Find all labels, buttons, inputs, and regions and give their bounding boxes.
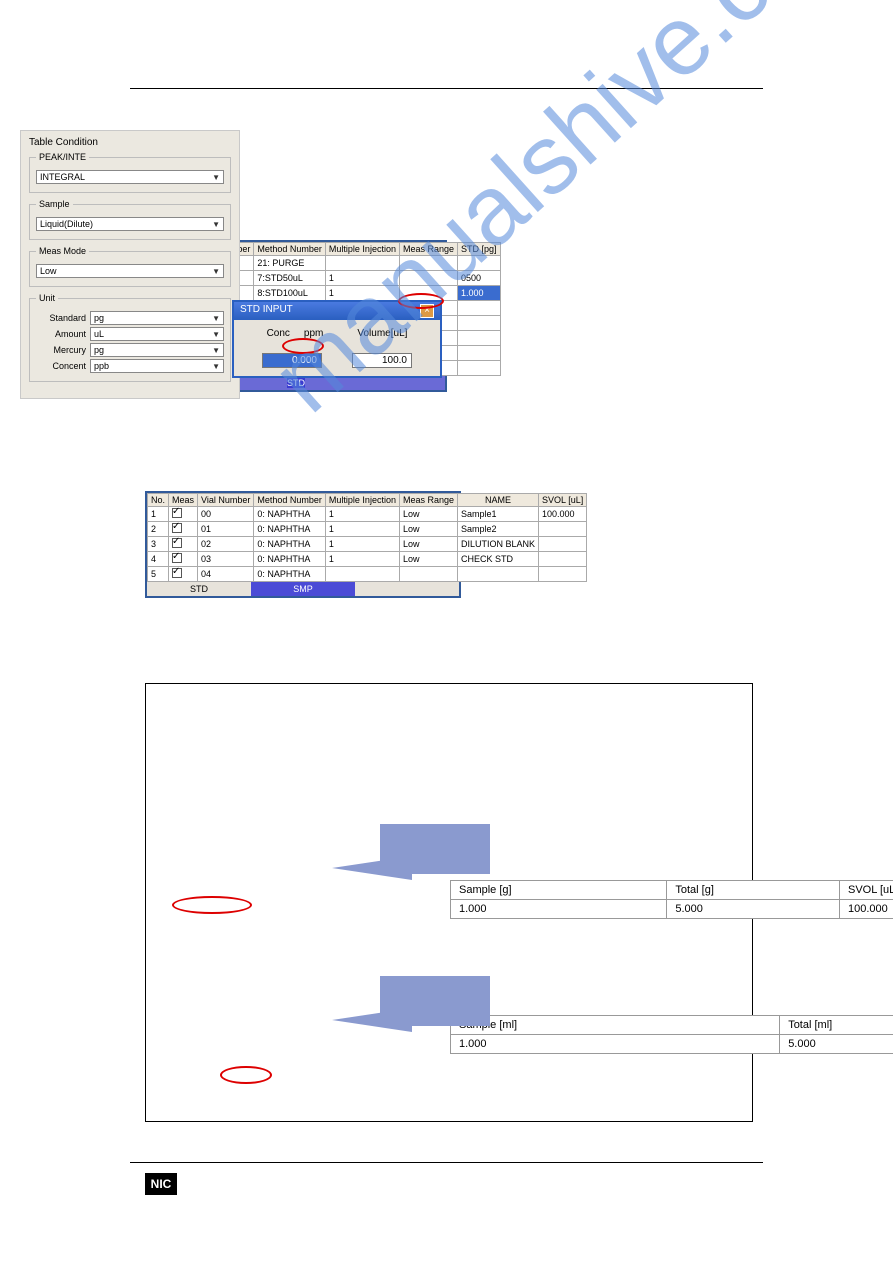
- nic-logo: NIC: [145, 1173, 177, 1195]
- checkbox-icon[interactable]: [172, 553, 182, 563]
- table-condition: Table Condition PEAK/INTE INTEGRAL▼ Samp…: [20, 130, 240, 399]
- table-row[interactable]: 5040: NAPHTHA: [148, 567, 587, 582]
- result-table-2: Sample [ml]Total [ml]SVOL [uL] 1.0005.00…: [450, 1015, 893, 1054]
- chevron-down-icon: ▼: [212, 362, 220, 371]
- sample-select[interactable]: Liquid(Dilute)▼: [36, 217, 224, 231]
- table-row[interactable]: 3020: NAPHTHA1LowDILUTION BLANK: [148, 537, 587, 552]
- col-range: Meas Range: [399, 243, 457, 256]
- checkbox-icon[interactable]: [172, 508, 182, 518]
- chevron-down-icon: ▼: [212, 330, 220, 339]
- smp-table-window: No. Meas Vial Number Method Number Multi…: [145, 491, 461, 598]
- checkbox-icon[interactable]: [172, 523, 182, 533]
- chevron-down-icon: ▼: [212, 220, 220, 229]
- callout-arrow: [380, 824, 490, 874]
- volume-label: Volume[uL]: [357, 328, 407, 339]
- checkbox-icon[interactable]: [172, 568, 182, 578]
- col-method: Method Number: [254, 243, 326, 256]
- checkbox-icon[interactable]: [172, 538, 182, 548]
- callout-arrow: [380, 976, 490, 1026]
- tc-title: Table Condition: [29, 137, 231, 148]
- tab-smp[interactable]: SMP: [251, 582, 355, 596]
- dialog-title: STD INPUT: [240, 304, 293, 318]
- concent-select[interactable]: ppb▼: [90, 359, 224, 373]
- chevron-down-icon: ▼: [212, 267, 220, 276]
- col-std: STD [pg]: [458, 243, 501, 256]
- col-mult: Multiple Injection: [325, 243, 399, 256]
- result-table-1: Sample [g]Total [g]SVOL [uL]DENSITY [kg/…: [450, 880, 893, 919]
- tab-std[interactable]: STD: [147, 582, 251, 596]
- table-row[interactable]: 2010: NAPHTHA1LowSample2: [148, 522, 587, 537]
- table-row[interactable]: 1000: NAPHTHA1LowSample1100.000: [148, 507, 587, 522]
- conc-label: Conc: [267, 328, 290, 339]
- chevron-down-icon: ▼: [212, 173, 220, 182]
- amount-select[interactable]: uL▼: [90, 327, 224, 341]
- chevron-down-icon: ▼: [212, 346, 220, 355]
- chevron-down-icon: ▼: [212, 314, 220, 323]
- conc-input[interactable]: 0.000: [262, 353, 322, 368]
- standard-select[interactable]: pg▼: [90, 311, 224, 325]
- table-row[interactable]: 4030: NAPHTHA1LowCHECK STD: [148, 552, 587, 567]
- std-input-dialog: STD INPUT × Conc ppm Volume[uL] 0.000 10…: [232, 300, 442, 378]
- volume-input[interactable]: 100.0: [352, 353, 412, 368]
- meas-select[interactable]: Low▼: [36, 264, 224, 278]
- mercury-select[interactable]: pg▼: [90, 343, 224, 357]
- conc-unit: ppm: [304, 328, 323, 339]
- close-icon[interactable]: ×: [420, 304, 434, 318]
- smp-table: No. Meas Vial Number Method Number Multi…: [147, 493, 587, 582]
- peak-select[interactable]: INTEGRAL▼: [36, 170, 224, 184]
